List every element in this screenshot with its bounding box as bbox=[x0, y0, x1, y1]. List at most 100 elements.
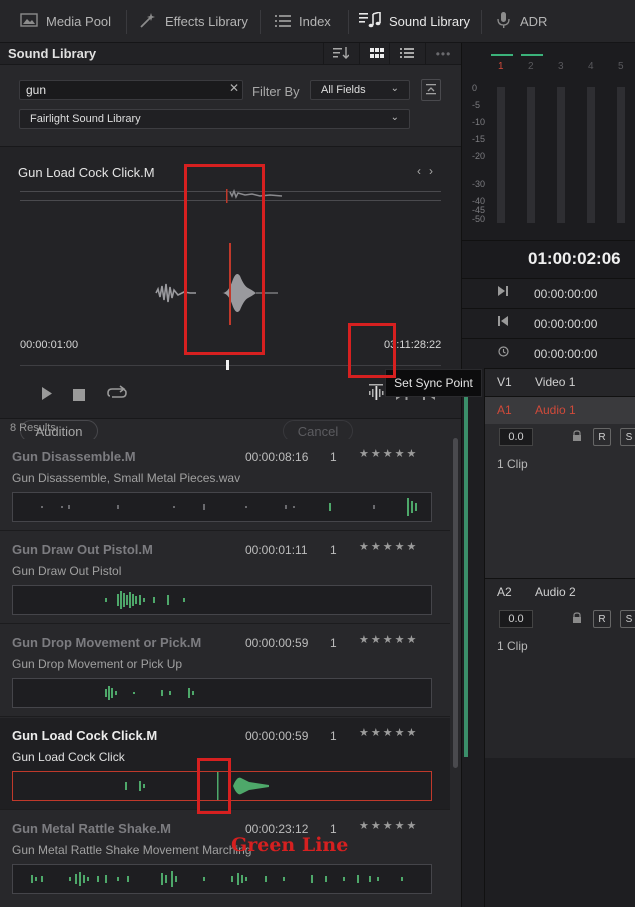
stop-icon bbox=[73, 389, 85, 401]
filter-field-select[interactable]: All Fields ⌄ bbox=[310, 80, 410, 100]
library-select[interactable]: Fairlight Sound Library ⌄ bbox=[19, 109, 410, 129]
annotation-green-line-label: Green Line bbox=[231, 834, 349, 856]
loop-icon bbox=[107, 385, 127, 398]
stop-button[interactable] bbox=[73, 388, 85, 404]
result-duration: 00:00:01:11 bbox=[245, 543, 308, 557]
results-divider bbox=[0, 418, 461, 419]
result-description: Gun Metal Rattle Shake Movement Marching bbox=[12, 843, 252, 857]
rating-stars[interactable]: ★★★★★ bbox=[359, 819, 418, 832]
meter-channel-label: 4 bbox=[588, 61, 594, 72]
track-header-a1[interactable]: A1 Audio 1 bbox=[485, 396, 635, 424]
result-waveform[interactable] bbox=[12, 492, 432, 522]
result-channels: 1 bbox=[330, 729, 337, 743]
record-arm-button[interactable]: R bbox=[593, 428, 611, 446]
result-item[interactable]: Gun Drop Movement or Pick.M 00:00:00:59 … bbox=[0, 625, 450, 717]
result-name: Gun Metal Rattle Shake.M bbox=[12, 821, 171, 836]
search-input[interactable] bbox=[19, 80, 243, 100]
clear-search-icon[interactable]: ✕ bbox=[229, 81, 239, 95]
result-duration: 00:00:00:59 bbox=[245, 729, 309, 743]
solo-button[interactable]: S bbox=[620, 428, 635, 446]
meter-scale-label: 0 bbox=[472, 83, 478, 93]
meter-channel-label: 3 bbox=[558, 61, 564, 72]
tab-media-pool[interactable]: Media Pool bbox=[20, 0, 111, 43]
track-body-a1: 0.0 R S M 1 Clip bbox=[485, 424, 635, 579]
result-description: Gun Disassemble, Small Metal Pieces.wav bbox=[12, 471, 241, 485]
media-pool-icon bbox=[20, 13, 38, 30]
play-button[interactable] bbox=[41, 387, 53, 403]
meter-channel-label: 5 bbox=[618, 61, 624, 72]
tab-effects-library[interactable]: Effects Library bbox=[139, 0, 248, 43]
track-header-a2[interactable]: A2 Audio 2 bbox=[485, 578, 635, 606]
meter-scale-label: -10 bbox=[472, 117, 486, 127]
in-point-row[interactable]: 00:00:00:00 bbox=[462, 278, 635, 308]
lock-icon[interactable] bbox=[571, 430, 583, 445]
grid-icon bbox=[369, 47, 384, 61]
track-volume[interactable]: 0.0 bbox=[499, 428, 533, 446]
track-name: Audio 2 bbox=[535, 585, 576, 599]
tab-sound-library[interactable]: Sound Library bbox=[359, 0, 470, 43]
result-channels: 1 bbox=[330, 636, 337, 650]
library-value: Fairlight Sound Library bbox=[30, 113, 141, 125]
grid-view-button[interactable] bbox=[359, 43, 393, 65]
result-item[interactable]: Gun Metal Rattle Shake.M 00:00:23:12 1 ★… bbox=[0, 811, 450, 907]
result-item[interactable]: Gun Draw Out Pistol.M 00:00:01:11 1 ★★★★… bbox=[0, 532, 450, 624]
track-volume[interactable]: 0.0 bbox=[499, 610, 533, 628]
panel-header: Sound Library ••• bbox=[0, 43, 461, 65]
duration-timecode: 00:00:00:00 bbox=[534, 347, 598, 361]
track-name: Audio 1 bbox=[535, 403, 576, 417]
result-name: Gun Drop Movement or Pick.M bbox=[12, 635, 202, 650]
cancel-label: Cancel bbox=[297, 423, 339, 439]
result-waveform[interactable] bbox=[12, 585, 432, 615]
meter-bar bbox=[527, 87, 535, 223]
result-waveform[interactable] bbox=[12, 864, 432, 894]
solo-button[interactable]: S bbox=[620, 610, 635, 628]
rating-stars[interactable]: ★★★★★ bbox=[359, 726, 418, 739]
index-list-icon bbox=[275, 14, 291, 30]
tab-label: Media Pool bbox=[46, 14, 112, 29]
loop-button[interactable] bbox=[106, 385, 128, 404]
collapse-icon bbox=[425, 83, 437, 98]
scrollbar-thumb[interactable] bbox=[453, 438, 458, 768]
result-channels: 1 bbox=[330, 543, 337, 557]
annotation-box-green-line bbox=[197, 758, 231, 814]
rating-stars[interactable]: ★★★★★ bbox=[359, 540, 418, 553]
results-count: 8 Results bbox=[10, 422, 56, 434]
prev-next-clip-buttons[interactable]: ‹› bbox=[417, 164, 441, 178]
rating-stars[interactable]: ★★★★★ bbox=[359, 447, 418, 460]
list-view-button[interactable] bbox=[389, 43, 423, 65]
chevron-down-icon: ⌄ bbox=[390, 83, 399, 94]
effects-wand-icon bbox=[139, 12, 157, 31]
clock-icon bbox=[498, 346, 509, 360]
sync-point-icon bbox=[369, 384, 384, 400]
tab-index[interactable]: Index bbox=[275, 0, 331, 43]
preview-start-timecode: 00:00:01:00 bbox=[20, 339, 79, 351]
collapse-preview-button[interactable] bbox=[421, 79, 441, 101]
result-name: Gun Disassemble.M bbox=[12, 449, 136, 464]
meter-peak-indicator bbox=[521, 54, 543, 56]
rating-stars[interactable]: ★★★★★ bbox=[359, 633, 418, 646]
set-sync-point-button[interactable] bbox=[367, 383, 387, 404]
more-options-button[interactable]: ••• bbox=[425, 43, 461, 65]
meter-scale-label: -50 bbox=[472, 214, 486, 224]
filter-value: All Fields bbox=[321, 84, 366, 96]
result-name: Gun Draw Out Pistol.M bbox=[12, 542, 153, 557]
result-channels: 1 bbox=[330, 450, 337, 464]
lock-icon[interactable] bbox=[571, 612, 583, 627]
track-header-v1[interactable]: V1 Video 1 bbox=[485, 368, 635, 396]
sort-button[interactable] bbox=[323, 43, 357, 65]
out-point-row[interactable]: 00:00:00:00 bbox=[462, 308, 635, 338]
duration-row[interactable]: 00:00:00:00 bbox=[462, 338, 635, 368]
tab-adr[interactable]: ADR bbox=[496, 0, 547, 43]
sort-icon bbox=[332, 46, 349, 62]
scrub-handle[interactable] bbox=[226, 360, 229, 370]
in-point-icon bbox=[498, 286, 508, 299]
record-arm-button[interactable]: R bbox=[593, 610, 611, 628]
result-item[interactable]: Gun Disassemble.M 00:00:08:16 1 ★★★★★ Gu… bbox=[0, 439, 450, 531]
meter-scale-label: -20 bbox=[472, 151, 486, 161]
result-waveform[interactable] bbox=[12, 678, 432, 708]
meter-bar bbox=[587, 87, 595, 223]
result-description: Gun Drop Movement or Pick Up bbox=[12, 657, 183, 671]
clip-count: 1 Clip bbox=[497, 457, 528, 471]
track-id: A2 bbox=[497, 585, 512, 599]
preview-clip-title: Gun Load Cock Click.M bbox=[18, 165, 155, 180]
